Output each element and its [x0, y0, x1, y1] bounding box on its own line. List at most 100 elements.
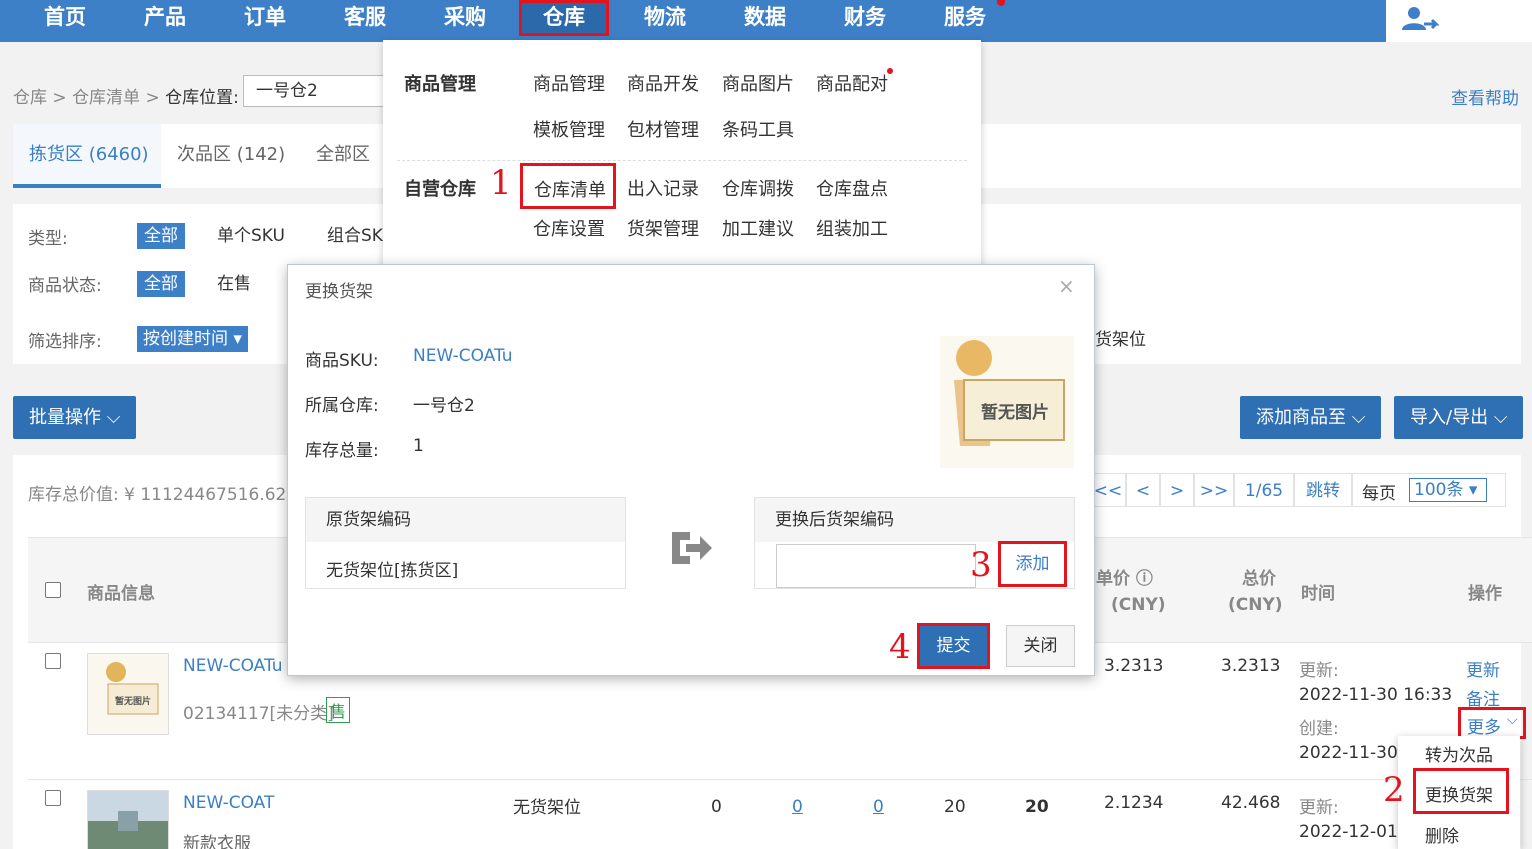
menu-transfer[interactable]: 仓库调拨 — [722, 175, 794, 201]
menu-section-own-warehouse: 自营仓库 — [404, 179, 476, 200]
row-qty-1: 0 — [711, 797, 722, 817]
step-3-marker: 3 — [970, 545, 992, 585]
to-defective-item[interactable]: 转为次品 — [1425, 741, 1493, 766]
shelf-filter-chip[interactable]: 货架位 — [1095, 327, 1146, 353]
no-image-icon: 暂无图片 — [106, 662, 159, 715]
close-button[interactable]: 关闭 — [1006, 625, 1075, 667]
top-nav: 首页 产品 订单 客服 采购 仓库 物流 数据 财务 服务 — [0, 0, 1532, 42]
location-label: 仓库位置: — [165, 88, 239, 108]
menu-goods-images[interactable]: 商品图片 — [722, 70, 794, 96]
nav-orders[interactable]: 订单 — [225, 0, 305, 36]
menu-processing-advice[interactable]: 加工建议 — [722, 215, 794, 241]
nav-warehouse[interactable]: 仓库 — [519, 0, 609, 36]
close-icon[interactable]: × — [1058, 274, 1075, 298]
select-all-checkbox[interactable] — [45, 582, 61, 598]
status-onsale-chip[interactable]: 在售 — [217, 271, 251, 297]
dialog-title: 更换货架 — [305, 282, 373, 302]
old-shelf-header: 原货架编码 — [306, 498, 625, 542]
row-qty-2[interactable]: 0 — [792, 797, 803, 817]
col-time: 时间 — [1301, 584, 1335, 604]
nav-home[interactable]: 首页 — [25, 0, 105, 36]
menu-stocktake[interactable]: 仓库盘点 — [816, 175, 888, 201]
import-export-button[interactable]: 导入/导出 ⌵ — [1394, 396, 1524, 439]
col-unit-price: 单价 ⓘ — [1096, 569, 1153, 589]
row-checkbox[interactable] — [45, 653, 61, 669]
row-checkbox[interactable] — [45, 790, 61, 806]
menu-assembly[interactable]: 组装加工 — [816, 215, 888, 241]
row-sku-link[interactable]: NEW-COATu — [183, 656, 283, 676]
col-unit-price-currency: (CNY) — [1111, 595, 1166, 615]
step-1-marker: 1 — [490, 163, 512, 203]
row-subtitle: 新款衣服 — [183, 834, 251, 849]
col-total-price-currency: (CNY) — [1228, 595, 1283, 615]
nav-finance[interactable]: 财务 — [825, 0, 905, 36]
row-update-link[interactable]: 更新 — [1466, 656, 1500, 681]
pager-last[interactable]: >> — [1194, 473, 1234, 507]
nav-logistics[interactable]: 物流 — [625, 0, 705, 36]
pager-current: 1/65 — [1234, 473, 1294, 507]
nav-services[interactable]: 服务 — [925, 0, 1005, 36]
more-button[interactable]: 更多 ⌵ — [1458, 707, 1526, 739]
status-all-chip[interactable]: 全部 — [137, 271, 185, 297]
nav-data[interactable]: 数据 — [725, 0, 805, 36]
add-shelf-button[interactable]: 添加 — [998, 541, 1067, 587]
old-shelf-value: 无货架位[拣货区] — [326, 561, 459, 581]
nav-service[interactable]: 客服 — [325, 0, 405, 36]
step-2-marker: 2 — [1383, 770, 1405, 810]
transfer-arrow-icon — [672, 532, 712, 564]
menu-goods-pairing[interactable]: 商品配对 — [816, 70, 888, 96]
no-image-text: 暂无图片 — [981, 402, 1049, 423]
menu-barcode-tool[interactable]: 条码工具 — [722, 116, 794, 142]
menu-goods-manage[interactable]: 商品管理 — [533, 70, 605, 96]
nav-purchase[interactable]: 采购 — [425, 0, 505, 36]
pager-first[interactable]: << — [1090, 473, 1126, 507]
breadcrumb-list[interactable]: 仓库清单 — [72, 88, 140, 108]
stock-qty-label: 库存总量: — [305, 441, 379, 461]
menu-goods-dev[interactable]: 商品开发 — [627, 70, 699, 96]
warehouse-label: 所属仓库: — [305, 396, 379, 416]
row-qty-5: 20 — [1025, 797, 1049, 817]
submit-button[interactable]: 提交 — [917, 623, 990, 669]
menu-notification-dot — [887, 68, 893, 74]
help-link[interactable]: 查看帮助 — [1451, 84, 1519, 109]
row-sku-link[interactable]: NEW-COAT — [183, 793, 274, 813]
breadcrumb: 仓库 > 仓库清单 > 仓库位置: — [13, 88, 239, 108]
sort-dropdown[interactable]: 按创建时间 ▾ — [137, 326, 248, 352]
user-switch-icon[interactable] — [1400, 4, 1440, 36]
tab-all[interactable]: 全部区 — [316, 124, 370, 188]
chevron-down-icon: ⌵ — [1493, 407, 1508, 428]
menu-templates[interactable]: 模板管理 — [533, 116, 605, 142]
change-shelf-item[interactable]: 更换货架 — [1413, 768, 1509, 814]
row-created-label: 创建: — [1299, 719, 1339, 739]
menu-warehouse-settings[interactable]: 仓库设置 — [533, 215, 605, 241]
tab-defective[interactable]: 次品区 (142) — [177, 124, 285, 188]
sku-value[interactable]: NEW-COATu — [413, 346, 513, 366]
menu-shelf-manage[interactable]: 货架管理 — [627, 215, 699, 241]
delete-item[interactable]: 删除 — [1425, 822, 1459, 847]
menu-packaging[interactable]: 包材管理 — [627, 116, 699, 142]
per-page-select[interactable]: 100条 ▾ — [1409, 478, 1487, 502]
type-all-chip[interactable]: 全部 — [137, 223, 185, 249]
warehouse-select[interactable]: 一号仓2 — [243, 75, 393, 107]
pager-next[interactable]: > — [1160, 473, 1194, 507]
menu-io-records[interactable]: 出入记录 — [627, 175, 699, 201]
new-shelf-header: 更换后货架编码 — [755, 498, 1074, 542]
row-total-price: 42.468 — [1221, 793, 1281, 813]
row-subtitle: 02134117[未分类] — [183, 704, 334, 724]
warehouse-value: 一号仓2 — [413, 396, 475, 416]
row-qty-3[interactable]: 0 — [873, 797, 884, 817]
type-single-chip[interactable]: 单个SKU — [217, 223, 285, 249]
tab-picking[interactable]: 拣货区 (6460) — [13, 124, 161, 188]
batch-ops-button[interactable]: 批量操作 ⌵ — [13, 396, 137, 439]
add-to-button[interactable]: 添加商品至 ⌵ — [1240, 396, 1382, 439]
col-product: 商品信息 — [87, 584, 155, 604]
menu-warehouse-list[interactable]: 仓库清单 — [520, 163, 616, 209]
pager-jump[interactable]: 跳转 — [1294, 473, 1352, 507]
pager-prev[interactable]: < — [1126, 473, 1160, 507]
type-combo-chip[interactable]: 组合SK — [327, 223, 383, 249]
new-shelf-input[interactable] — [776, 544, 976, 588]
breadcrumb-root[interactable]: 仓库 — [13, 88, 47, 108]
more-label: 更多 — [1467, 718, 1501, 738]
nav-products[interactable]: 产品 — [125, 0, 205, 36]
import-export-label: 导入/导出 — [1410, 407, 1489, 428]
